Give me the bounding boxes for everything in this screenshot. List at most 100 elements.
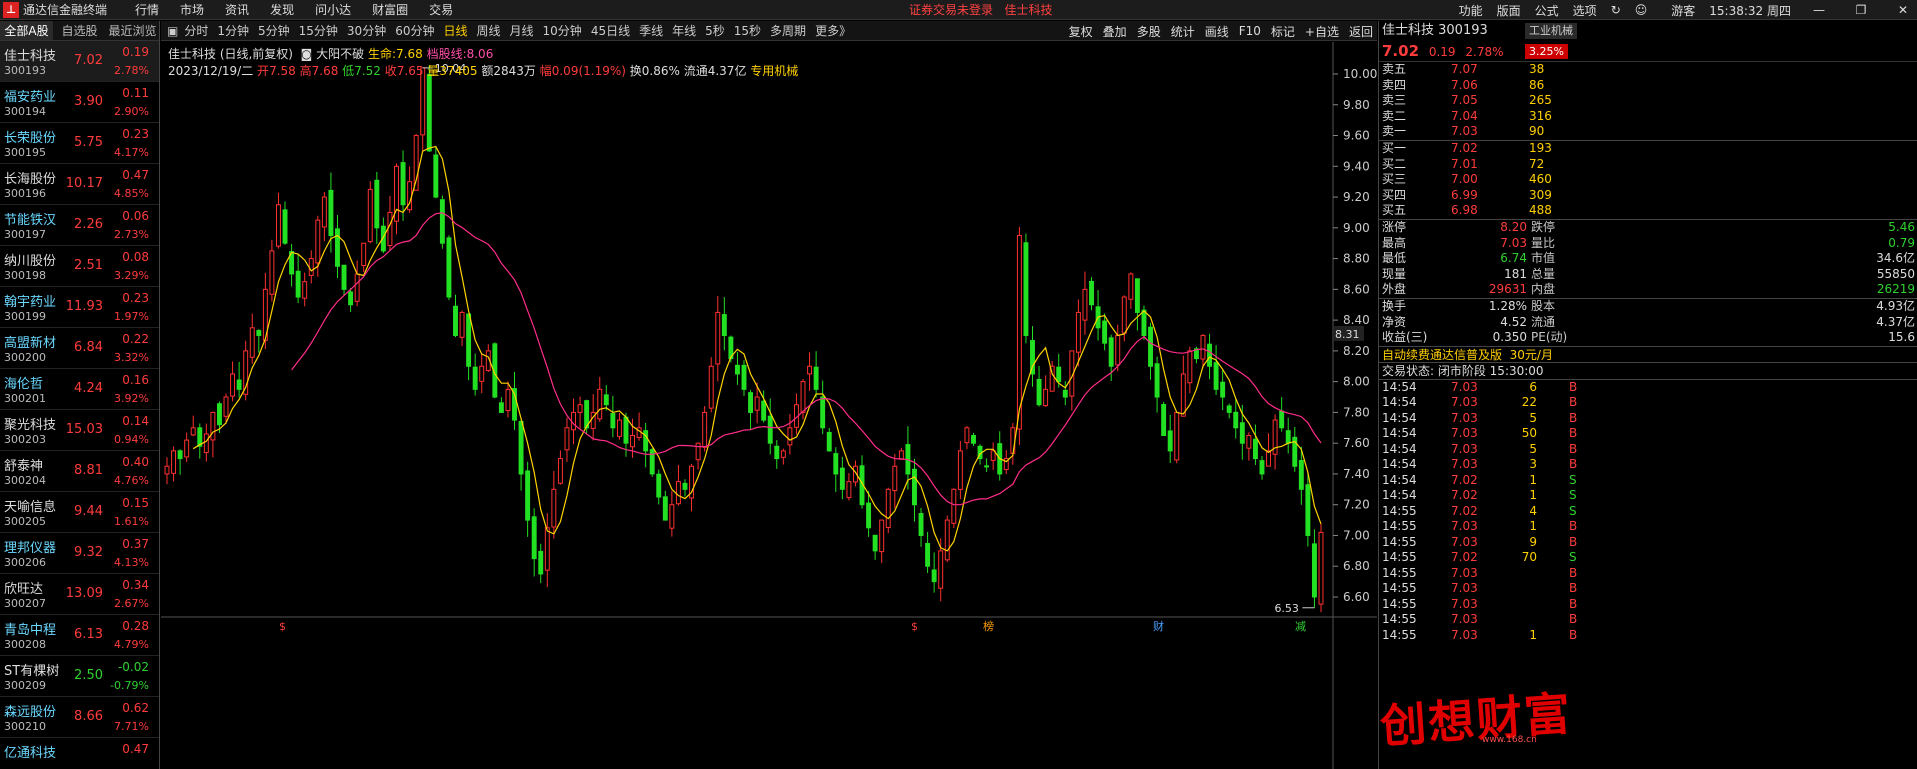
menu-market[interactable]: 市场	[180, 1, 204, 18]
close-icon[interactable]: ✕	[1889, 3, 1917, 17]
period-分时[interactable]: 分时	[184, 22, 208, 39]
login-notice[interactable]: 证券交易未登录 佳士科技	[909, 1, 1052, 18]
bar-date: 2023/12/19/二	[168, 64, 254, 78]
stock-row[interactable]: 长荣股份 300195 5.75 0.23 4.17%	[0, 123, 159, 164]
tool-复权[interactable]: 复权	[1069, 23, 1093, 40]
chat-icon[interactable]: ☺	[1635, 3, 1648, 17]
sector-badge[interactable]: 工业机械	[1525, 23, 1577, 39]
menu-functions[interactable]: 功能	[1459, 2, 1483, 19]
stock-rows: 佳士科技 300193 7.02 0.19 2.78% 福安药业 300194 3.90 0.1…	[0, 41, 159, 769]
trade-side: B	[1569, 627, 1578, 642]
period-更多》[interactable]: 更多》	[815, 22, 851, 39]
stock-row[interactable]: 海伦哲 300201 4.24 0.16 3.92%	[0, 369, 159, 410]
y-tick-label: 7.20	[1343, 498, 1370, 512]
layout-toggle-icon[interactable]: ▣	[167, 24, 178, 38]
menu-discover[interactable]: 发现	[270, 1, 294, 18]
trade-time: 14:54	[1382, 472, 1417, 487]
period-45日线[interactable]: 45日线	[591, 22, 630, 39]
period-多周期[interactable]: 多周期	[770, 22, 806, 39]
menu-quotes[interactable]: 行情	[135, 1, 159, 18]
tool-返回[interactable]: 返回	[1349, 23, 1373, 40]
stock-name: ST有棵树	[4, 664, 60, 679]
stock-row[interactable]: 佳士科技 300193 7.02 0.19 2.78%	[0, 41, 159, 82]
tab-recent[interactable]: 最近浏览	[106, 21, 159, 40]
period-15秒[interactable]: 15秒	[734, 22, 761, 39]
stock-row[interactable]: 聚光科技 300203 15.03 0.14 0.94%	[0, 410, 159, 451]
candle-body	[564, 427, 570, 451]
tool-画线[interactable]: 画线	[1205, 23, 1229, 40]
period-15分钟[interactable]: 15分钟	[299, 22, 338, 39]
tab-all-a-shares[interactable]: 全部A股	[0, 21, 53, 40]
tool-F10[interactable]: F10	[1239, 24, 1261, 38]
tool-+自选[interactable]: +自选	[1305, 23, 1339, 40]
period-10分钟[interactable]: 10分钟	[543, 22, 582, 39]
renewal-banner[interactable]: 自动续费通达信普及版 30元/月	[1379, 345, 1917, 363]
candle-body	[216, 403, 222, 426]
stock-row[interactable]: 青岛中程 300208 6.13 0.28 4.79%	[0, 615, 159, 656]
menu-options[interactable]: 选项	[1573, 2, 1597, 19]
stock-row[interactable]: 理邦仪器 300206 9.32 0.37 4.13%	[0, 533, 159, 574]
period-周线[interactable]: 周线	[477, 22, 501, 39]
trade-time: 14:55	[1382, 503, 1417, 518]
stock-code: 300198	[4, 269, 46, 282]
stat-row: 换手 1.28% 股本 4.93亿	[1379, 299, 1917, 315]
period-5秒[interactable]: 5秒	[705, 22, 725, 39]
tab-watchlist[interactable]: 自选股	[53, 21, 106, 40]
trade-row: 14:54 7.03 22 B	[1379, 395, 1917, 411]
stock-list-tabs: 全部A股 自选股 最近浏览	[0, 21, 159, 41]
trade-side: B	[1569, 426, 1578, 441]
stock-price: 6.13	[74, 627, 103, 642]
tool-统计[interactable]: 统计	[1171, 23, 1195, 40]
trade-row: 14:55 7.03 1 B	[1379, 519, 1917, 535]
stock-row[interactable]: 舒泰神 300204 8.81 0.40 4.76%	[0, 451, 159, 492]
minimize-icon[interactable]: —	[1805, 3, 1833, 17]
stock-row[interactable]: ST有棵树 300209 2.50 -0.02 -0.79%	[0, 656, 159, 697]
menu-trade[interactable]: 交易	[429, 1, 453, 18]
stock-row[interactable]: 天喻信息 300205 9.44 0.15 1.61%	[0, 492, 159, 533]
stat-value-2: 4.37亿	[1876, 314, 1915, 329]
candle-body	[675, 481, 681, 505]
menu-layout[interactable]: 版面	[1497, 2, 1521, 19]
candle-body	[643, 430, 649, 452]
tool-标记[interactable]: 标记	[1271, 23, 1295, 40]
stock-row[interactable]: 欣旺达 300207 13.09 0.34 2.67%	[0, 574, 159, 615]
menu-news[interactable]: 资讯	[225, 1, 249, 18]
period-月线[interactable]: 月线	[510, 22, 534, 39]
maximize-icon[interactable]: ❐	[1847, 3, 1875, 17]
trade-price: 7.03	[1451, 581, 1478, 596]
stock-code: 300194	[4, 105, 46, 118]
trade-volume: 6	[1529, 379, 1537, 394]
tool-多股[interactable]: 多股	[1137, 23, 1161, 40]
candle-body	[210, 411, 216, 441]
period-5分钟[interactable]: 5分钟	[258, 22, 290, 39]
trade-time: 14:54	[1382, 395, 1417, 410]
stock-row[interactable]: 亿通科技 0.47	[0, 738, 159, 769]
stock-code: 300203	[4, 433, 46, 446]
trade-side: S	[1569, 488, 1577, 503]
menu-formula[interactable]: 公式	[1535, 2, 1559, 19]
event-marker: 减	[1295, 620, 1306, 633]
stock-row[interactable]: 森远股份 300210 8.66 0.62 7.71%	[0, 697, 159, 738]
tool-叠加[interactable]: 叠加	[1103, 23, 1127, 40]
period-日线[interactable]: 日线	[443, 22, 467, 39]
period-60分钟[interactable]: 60分钟	[395, 22, 434, 39]
kline-chart[interactable]: 10.00 9.80 9.60 9.40 9.20 9.00 8.80 8.60 8.40 8.2…	[161, 42, 1377, 769]
stock-row[interactable]: 福安药业 300194 3.90 0.11 2.90%	[0, 82, 159, 123]
user-name[interactable]: 游客	[1671, 2, 1695, 19]
stock-pct: -0.79%	[110, 679, 149, 692]
menu-ask[interactable]: 问小达	[315, 1, 351, 18]
stock-price: 6.84	[74, 340, 103, 355]
menu-wealth-circle[interactable]: 财富圈	[372, 1, 408, 18]
period-季线[interactable]: 季线	[639, 22, 663, 39]
candle-body	[328, 189, 334, 237]
stock-row[interactable]: 高盟新材 300200 6.84 0.22 3.32%	[0, 328, 159, 369]
period-30分钟[interactable]: 30分钟	[347, 22, 386, 39]
stock-row[interactable]: 纳川股份 300198 2.51 0.08 3.29%	[0, 246, 159, 287]
refresh-icon[interactable]: ↻	[1611, 3, 1621, 17]
period-1分钟[interactable]: 1分钟	[217, 22, 249, 39]
stock-row[interactable]: 节能铁汉 300197 2.26 0.06 2.73%	[0, 205, 159, 246]
stock-row[interactable]: 翰宇药业 300199 11.93 0.23 1.97%	[0, 287, 159, 328]
period-年线[interactable]: 年线	[672, 22, 696, 39]
candle-body	[662, 496, 668, 521]
stock-row[interactable]: 长海股份 300196 10.17 0.47 4.85%	[0, 164, 159, 205]
